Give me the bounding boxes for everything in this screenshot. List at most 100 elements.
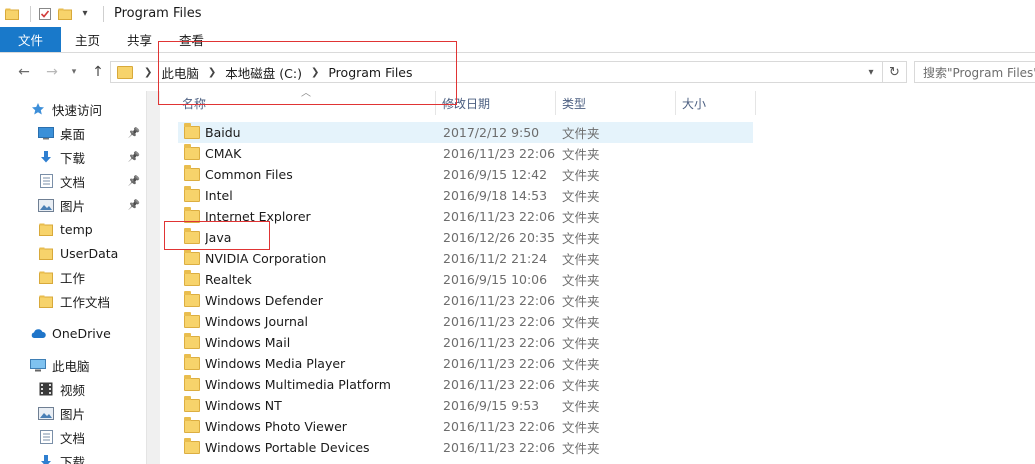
file-type: 文件夹 (562, 294, 600, 309)
file-name: Windows Journal (205, 314, 309, 329)
customize-quick-access-icon[interactable]: ▾ (77, 6, 93, 22)
download-icon (38, 454, 54, 464)
file-date: 2016/9/18 14:53 (443, 188, 548, 203)
navigation-pane-scrollbar[interactable] (146, 91, 160, 464)
sort-ascending-icon: ︿ (301, 88, 311, 99)
file-type: 文件夹 (562, 399, 600, 414)
file-date: 2016/11/2 21:24 (443, 251, 548, 266)
sidebar-item-label: 图片 (60, 198, 86, 214)
file-date: 2017/2/12 9:50 (443, 125, 540, 140)
refresh-icon[interactable]: ↻ (882, 62, 906, 82)
file-row[interactable]: Windows Photo Viewer 2016/11/23 22:06 文件夹 (178, 416, 753, 437)
forward-icon[interactable]: → (40, 60, 64, 84)
file-date: 2016/11/23 22:06 (443, 356, 556, 371)
file-row[interactable]: Realtek 2016/9/15 10:06 文件夹 (178, 269, 753, 290)
file-name: Windows Media Player (205, 356, 346, 371)
file-row[interactable]: NVIDIA Corporation 2016/11/2 21:24 文件夹 (178, 248, 753, 269)
sidebar-item[interactable]: 工作 (0, 266, 146, 288)
file-date: 2016/11/23 22:06 (443, 377, 556, 392)
star-icon (30, 102, 46, 116)
sidebar-item[interactable]: 下载 📌 (0, 146, 146, 168)
pin-icon[interactable]: 📌 (128, 200, 140, 211)
pin-icon[interactable]: 📌 (128, 152, 140, 163)
file-row[interactable]: Windows Journal 2016/11/23 22:06 文件夹 (178, 311, 753, 332)
file-type: 文件夹 (562, 315, 600, 330)
pin-icon[interactable]: 📌 (128, 128, 140, 139)
file-name: Java (205, 230, 232, 245)
properties-icon[interactable] (37, 6, 53, 22)
sidebar-item-label: 图片 (60, 406, 86, 422)
file-name: Realtek (205, 272, 252, 287)
sidebar-item[interactable]: 图片 (0, 402, 146, 424)
navigation-bar: ← → ▾ ↑ ❯ 此电脑 ❯ 本地磁盘 (C:) ❯ Program File… (0, 53, 1035, 91)
sidebar-item-label: 桌面 (60, 126, 86, 142)
file-type: 文件夹 (562, 357, 600, 372)
file-row[interactable]: Windows Portable Devices 2016/11/23 22:06… (178, 437, 753, 458)
sidebar-item-label: 文档 (60, 174, 86, 190)
picture-icon (38, 406, 54, 420)
file-row[interactable]: CMAK 2016/11/23 22:06 文件夹 (178, 143, 753, 164)
breadcrumb-local-disk[interactable]: 本地磁盘 (C:) (221, 63, 306, 82)
sidebar-item[interactable]: 快速访问 (0, 98, 146, 120)
tab-home[interactable]: 主页 (61, 27, 113, 52)
sidebar-item[interactable]: 桌面 📌 (0, 122, 146, 144)
tab-share[interactable]: 共享 (113, 27, 165, 52)
sidebar-item[interactable]: 文档 📌 (0, 170, 146, 192)
file-name: Baidu (205, 125, 241, 140)
recent-locations-icon[interactable]: ▾ (62, 60, 86, 84)
sidebar-item[interactable]: 工作文档 (0, 290, 146, 312)
file-name: Intel (205, 188, 233, 203)
sidebar-item[interactable]: 下载 (0, 450, 146, 464)
file-row[interactable]: Intel 2016/9/18 14:53 文件夹 (178, 185, 753, 206)
title-separator (30, 5, 31, 22)
file-row[interactable]: Windows Multimedia Platform 2016/11/23 22… (178, 374, 753, 395)
column-header-type[interactable]: 类型 (556, 91, 676, 115)
sidebar-item[interactable]: 视频 (0, 378, 146, 400)
column-header-name[interactable]: 名称 (160, 91, 436, 115)
file-row[interactable]: Windows Media Player 2016/11/23 22:06 文件夹 (178, 353, 753, 374)
file-row[interactable]: Windows Mail 2016/11/23 22:06 文件夹 (178, 332, 753, 353)
file-name: Windows NT (205, 398, 282, 413)
sidebar-item-label: 视频 (60, 382, 86, 398)
tab-file[interactable]: 文件 (0, 27, 61, 52)
file-row[interactable]: Common Files 2016/9/15 12:42 文件夹 (178, 164, 753, 185)
sidebar-item-label: 下载 (60, 150, 86, 166)
column-header-date[interactable]: 修改日期 (436, 91, 556, 115)
chevron-right-icon[interactable]: ❯ (203, 67, 221, 78)
sidebar-item[interactable]: 文档 (0, 426, 146, 448)
file-row[interactable]: Baidu 2017/2/12 9:50 文件夹 (178, 122, 753, 143)
file-row[interactable]: Java 2016/12/26 20:35 文件夹 (178, 227, 753, 248)
folder-icon (117, 65, 133, 79)
up-icon[interactable]: ↑ (86, 60, 110, 84)
file-row[interactable]: Internet Explorer 2016/11/23 22:06 文件夹 (178, 206, 753, 227)
search-input[interactable]: 搜索"Program Files" (914, 61, 1035, 83)
folder-icon (38, 270, 54, 284)
chevron-right-icon[interactable]: ❯ (306, 67, 324, 78)
column-header-size[interactable]: 大小 (676, 91, 756, 115)
sidebar-item[interactable]: 图片 📌 (0, 194, 146, 216)
sidebar-item[interactable]: 此电脑 (0, 354, 146, 376)
sidebar-item[interactable]: UserData (0, 242, 146, 264)
chevron-right-icon[interactable]: ❯ (139, 67, 157, 78)
folder-icon (184, 396, 200, 412)
file-date: 2016/11/23 22:06 (443, 209, 556, 224)
sidebar-item[interactable]: temp (0, 218, 146, 240)
chevron-down-icon[interactable]: ▾ (862, 62, 880, 82)
breadcrumb-program-files[interactable]: Program Files (324, 65, 416, 80)
pin-icon[interactable]: 📌 (128, 176, 140, 187)
tab-view[interactable]: 查看 (165, 27, 217, 52)
folder-icon (184, 249, 200, 265)
document-icon (38, 174, 54, 188)
file-date: 2016/11/23 22:06 (443, 440, 556, 455)
breadcrumb-this-pc[interactable]: 此电脑 (157, 63, 203, 82)
file-date: 2016/11/23 22:06 (443, 335, 556, 350)
sidebar-item-label: 此电脑 (52, 358, 90, 374)
folder-icon (184, 207, 200, 223)
cloud-icon (30, 326, 46, 340)
address-bar[interactable]: ❯ 此电脑 ❯ 本地磁盘 (C:) ❯ Program Files ▾ ↻ (110, 61, 907, 83)
file-row[interactable]: Windows Defender 2016/11/23 22:06 文件夹 (178, 290, 753, 311)
file-row[interactable]: Windows NT 2016/9/15 9:53 文件夹 (178, 395, 753, 416)
new-folder-icon[interactable] (57, 6, 73, 22)
back-icon[interactable]: ← (12, 60, 36, 84)
sidebar-item[interactable]: OneDrive (0, 322, 146, 344)
